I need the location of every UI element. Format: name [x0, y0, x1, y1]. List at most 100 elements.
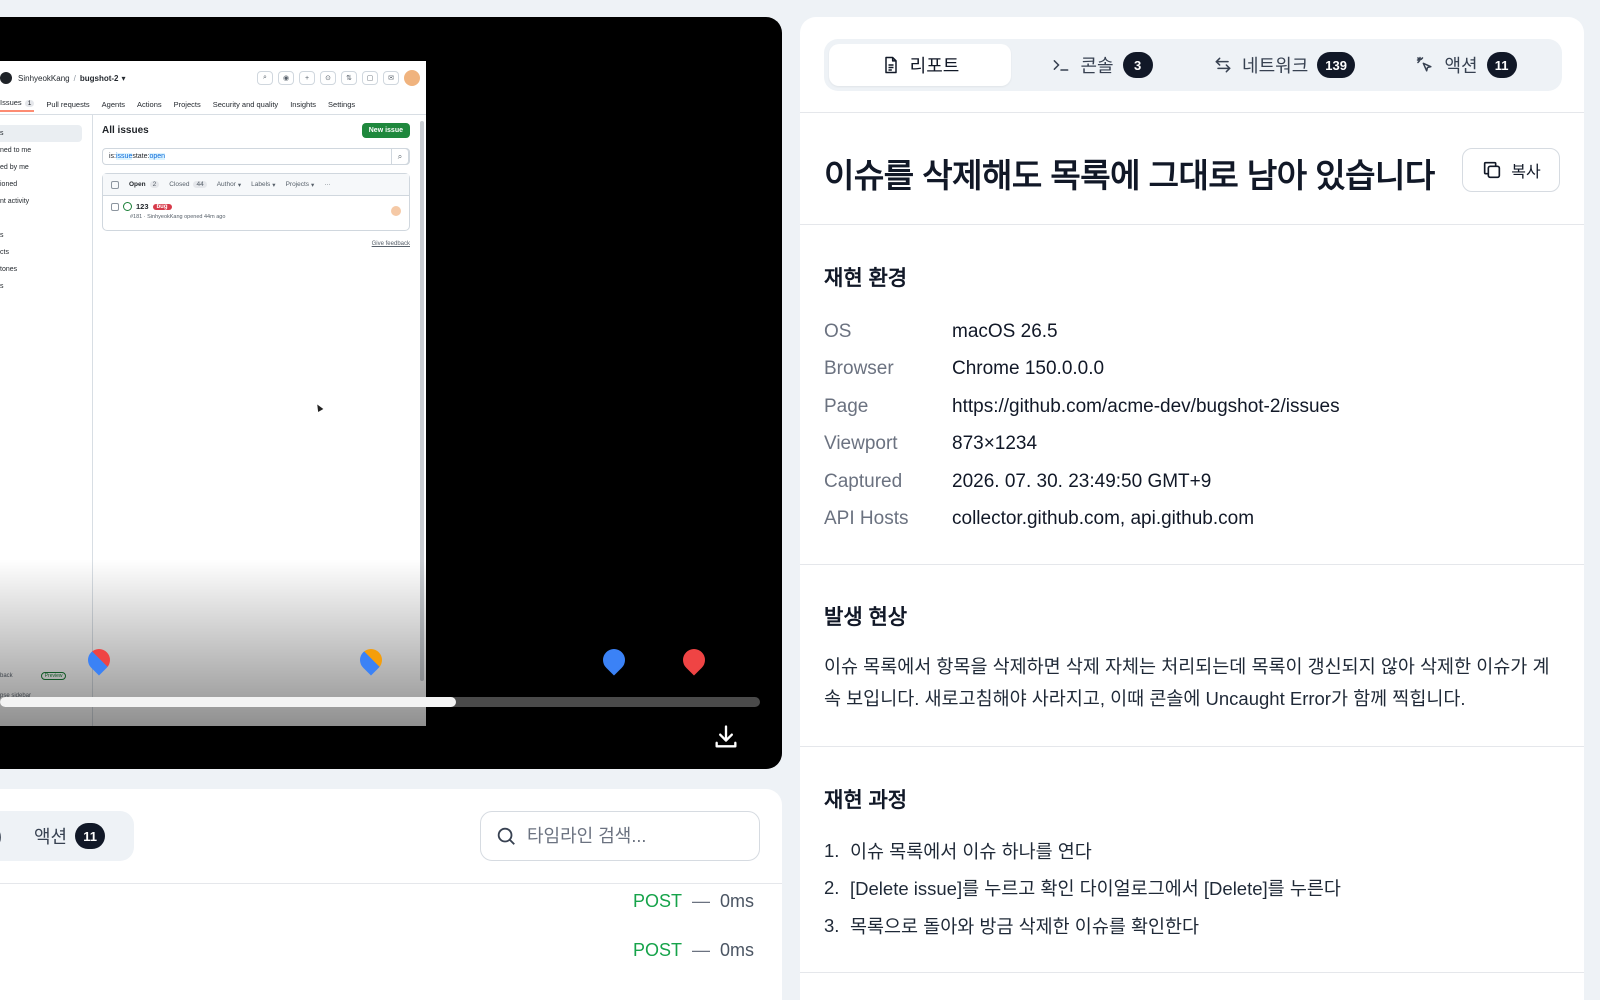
- inbox-icon: ✉: [383, 71, 399, 85]
- symptom-text: 이슈 목록에서 항목을 삭제하면 삭제 자체는 처리되는데 목록이 갱신되지 않…: [824, 656, 1550, 709]
- checkbox-icon: [111, 202, 119, 211]
- issue-row: 123 bug #181 · SinhyeokKang opened 44m a…: [103, 196, 409, 230]
- report-panel: 리포트 콘솔 3 네트워크 139 액션 11 이슈를 삭제해도 목록에 그대로…: [800, 17, 1584, 1000]
- path-separator: /: [73, 73, 76, 83]
- screenshot-header-icons: ⌕ ◉ + ⊙ ⇅ ▢ ✉: [257, 70, 420, 86]
- env-value: 2026. 07. 30. 23:49:50 GMT+9: [952, 470, 1212, 492]
- github-logo-icon: [0, 72, 12, 84]
- copilot-icon: ◉: [278, 71, 294, 85]
- section-title-environment: 재현 환경: [824, 267, 908, 290]
- panel-tabs: 리포트 콘솔 3 네트워크 139 액션 11: [824, 39, 1562, 91]
- step-item: 3. 목록으로 돌아와 방금 삭제한 이슈를 확인한다: [824, 907, 1554, 945]
- step-text: [Delete issue]를 누르고 확인 다이얼로그에서 [Delete]를…: [850, 878, 1341, 900]
- sidebar-item: s: [0, 125, 82, 142]
- timeline-tab-count: 11: [75, 823, 106, 849]
- repo-nav-pull-requests: Pull requests: [46, 100, 90, 109]
- env-value: https://github.com/acme-dev/bugshot-2/is…: [952, 395, 1340, 417]
- chevron-down-icon: ▾: [121, 73, 126, 83]
- more-icon: ···: [324, 181, 331, 188]
- repo-nav-insights: Insights: [290, 100, 317, 109]
- document-icon: [884, 56, 897, 74]
- issue-list-header: Open 2 Closed 44 Author ▾ Labels ▾ Projects ▾…: [103, 174, 409, 196]
- recorded-screenshot: SinhyeokKang / bugshot-2 ▾ ⌕ ◉ + ⊙ ⇅ ▢ ✉…: [0, 61, 426, 726]
- tab-label: 액션: [1444, 56, 1478, 76]
- issue-open-icon: [123, 202, 132, 211]
- issue-label: bug: [152, 203, 172, 210]
- env-row: Browser Chrome 150.0.0.0: [824, 351, 1544, 389]
- section-title-steps: 재현 과정: [824, 789, 908, 812]
- screenshot-header: SinhyeokKang / bugshot-2 ▾ ⌕ ◉ + ⊙ ⇅ ▢ ✉: [0, 61, 426, 95]
- screenshot-issue-list: Open 2 Closed 44 Author ▾ Labels ▾ Projects ▾…: [102, 173, 410, 231]
- timeline-panel: ) 액션 11 POST — 0ms POST — 0ms: [0, 789, 782, 1000]
- tab-actions[interactable]: 액션 11: [1375, 44, 1557, 86]
- copy-button[interactable]: 복사: [1462, 148, 1560, 192]
- download-icon[interactable]: [712, 723, 740, 751]
- sidebar-item: s: [0, 283, 4, 290]
- step-number: 2.: [824, 877, 840, 899]
- arrows-swap-icon: [1215, 57, 1231, 73]
- env-value: Chrome 150.0.0.0: [952, 358, 1105, 380]
- issue-title: 123: [136, 202, 149, 211]
- timeline-tabs: ) 액션 11: [0, 811, 134, 861]
- sidebar-item: nt activity: [0, 198, 30, 205]
- tab-console[interactable]: 콘솔 3: [1011, 44, 1193, 86]
- separator: —: [691, 940, 710, 960]
- section-title-symptom: 발생 현상: [824, 606, 908, 629]
- timeline-search-input[interactable]: [527, 825, 747, 847]
- tab-label: 콘솔: [1080, 56, 1114, 76]
- tab-count: 3: [1122, 52, 1153, 78]
- search-icon: [497, 827, 515, 845]
- env-value: 873×1234: [952, 433, 1038, 455]
- screenshot-scrollbar: [420, 121, 424, 681]
- separator: —: [691, 891, 710, 911]
- timeline-row[interactable]: POST — 0ms: [633, 940, 754, 961]
- search-icon: ⌕: [257, 71, 273, 85]
- timeline-tab-actions[interactable]: 액션 11: [34, 811, 106, 861]
- tab-report[interactable]: 리포트: [829, 44, 1011, 86]
- divider: [800, 972, 1584, 973]
- copy-icon: [1484, 161, 1501, 179]
- divider: [800, 224, 1584, 225]
- screenshot-repo: bugshot-2: [79, 73, 119, 83]
- timeline-divider: [0, 883, 782, 884]
- checkbox-icon: [111, 180, 119, 189]
- issues-icon: ⊙: [320, 71, 336, 85]
- screenshot-sidebar-footer: back Preview pse sidebar: [0, 666, 93, 726]
- timeline-marker[interactable]: [678, 644, 710, 676]
- tab-label: 네트워크: [1242, 56, 1309, 76]
- repo-nav-security: Security and quality: [212, 100, 279, 109]
- request-method: POST: [632, 940, 682, 960]
- timeline-row[interactable]: POST — 0ms: [633, 891, 754, 912]
- env-key: API Hosts: [824, 508, 909, 530]
- env-key: Browser: [824, 358, 894, 380]
- video-progress-fill: [0, 697, 456, 707]
- repo-nav-agents: Agents: [101, 100, 126, 109]
- environment-table: OS macOS 26.5 Browser Chrome 150.0.0.0 Pag…: [824, 313, 1544, 538]
- video-player[interactable]: SinhyeokKang / bugshot-2 ▾ ⌕ ◉ + ⊙ ⇅ ▢ ✉…: [0, 17, 782, 769]
- request-duration: 0ms: [719, 891, 754, 911]
- avatar: [404, 70, 420, 86]
- search-icon: ⌕: [391, 148, 409, 165]
- screenshot-search: is: issue state: open ⌕: [102, 148, 410, 165]
- env-key: Captured: [824, 470, 903, 492]
- timeline-tab-label: 액션: [34, 827, 68, 847]
- chevron-down-icon: ▾: [237, 181, 242, 189]
- report-title: 이슈를 삭제해도 목록에 그대로 남아 있습니다: [824, 157, 1435, 194]
- env-value: collector.github.com, api.github.com: [952, 508, 1255, 530]
- give-feedback-link: Give feedback: [371, 241, 410, 247]
- pull-request-icon: ⇅: [341, 71, 357, 85]
- timeline-tab-partial[interactable]: ): [0, 811, 4, 861]
- env-row: Captured 2026. 07. 30. 23:49:50 GMT+9: [824, 463, 1544, 501]
- timeline-search[interactable]: [480, 811, 760, 861]
- sidebar-item: cts: [0, 249, 9, 256]
- reproduction-steps: 1. 이슈 목록에서 이슈 하나를 연다 2. [Delete issue]를 누르…: [824, 832, 1554, 945]
- tab-network[interactable]: 네트워크 139: [1193, 44, 1375, 86]
- step-text: 목록으로 돌아와 방금 삭제한 이슈를 확인한다: [850, 915, 1200, 937]
- timeline-marker[interactable]: [598, 644, 630, 676]
- repo-nav-settings: Settings: [328, 100, 356, 109]
- screenshot-main: All issues New issue is: issue state: open…: [102, 123, 410, 247]
- screenshot-owner: SinhyeokKang: [18, 73, 70, 83]
- video-progress-bar[interactable]: [0, 697, 760, 707]
- step-number: 1.: [824, 839, 840, 861]
